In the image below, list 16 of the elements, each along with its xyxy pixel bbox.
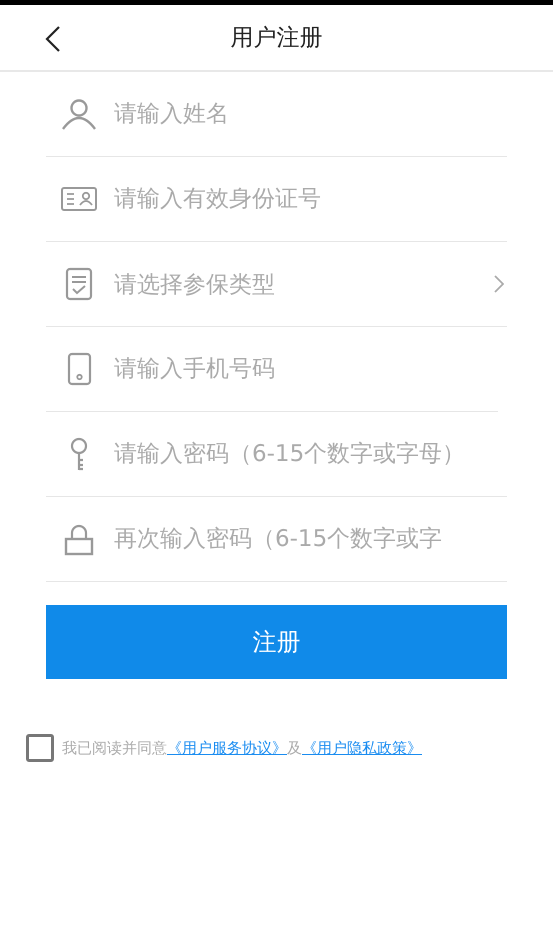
input-field[interactable]: 请输入有效身份证号 [114, 179, 507, 219]
input-field[interactable]: 请输入姓名 [114, 94, 507, 134]
person-icon [60, 97, 98, 131]
conjunction-text: 及 [287, 738, 302, 758]
input-field[interactable]: 再次输入密码（6-15个数字或字 [114, 519, 507, 559]
register-button[interactable]: 注册 [46, 605, 507, 679]
input-field[interactable]: 请输入手机号码 [114, 349, 498, 389]
input-field[interactable]: 请输入密码（6-15个数字或字母） [114, 434, 507, 474]
back-icon[interactable] [45, 26, 61, 52]
page-title: 用户注册 [230, 24, 322, 53]
privacy-policy-link[interactable]: 《用户隐私政策》 [302, 738, 422, 758]
select-field[interactable]: 请选择参保类型 [114, 264, 507, 304]
agreement-checkbox[interactable] [26, 734, 54, 762]
agreement-text: 我已阅读并同意 [62, 738, 167, 758]
service-agreement-link[interactable]: 《用户服务协议》 [167, 738, 287, 758]
chevron-icon [494, 275, 504, 293]
